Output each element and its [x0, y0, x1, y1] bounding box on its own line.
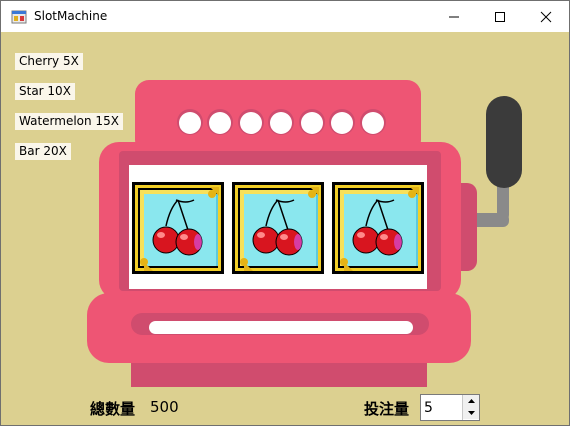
close-icon [540, 11, 552, 22]
reel-1 [132, 182, 224, 274]
slot-machine-window: SlotMachine Cherry 5X Star 10X Watermelo… [0, 0, 570, 426]
minimize-button[interactable] [431, 1, 477, 32]
app-icon [11, 10, 27, 24]
cherry-icon [332, 182, 424, 274]
bet-label: 投注量 [364, 400, 410, 418]
reel-3 [332, 182, 424, 274]
lever-handle[interactable] [486, 96, 522, 188]
minimize-icon [449, 16, 459, 17]
maximize-button[interactable] [477, 1, 523, 32]
cherry-icon [132, 182, 224, 274]
coin-slot [149, 321, 413, 334]
bet-decrement-button[interactable] [463, 407, 479, 419]
window-title: SlotMachine [34, 9, 108, 23]
reel-2 [232, 182, 324, 274]
bet-input[interactable] [421, 395, 466, 420]
cherry-icon [232, 182, 324, 274]
total-value: 500 [150, 398, 179, 416]
chevron-down-icon [467, 411, 475, 415]
title-bar: SlotMachine [1, 1, 569, 32]
stepper-buttons [462, 395, 479, 420]
chevron-up-icon [467, 399, 475, 403]
bet-stepper[interactable] [420, 394, 480, 421]
close-button[interactable] [523, 1, 569, 32]
maximize-icon [495, 11, 505, 22]
total-label: 總數量 [90, 400, 136, 418]
